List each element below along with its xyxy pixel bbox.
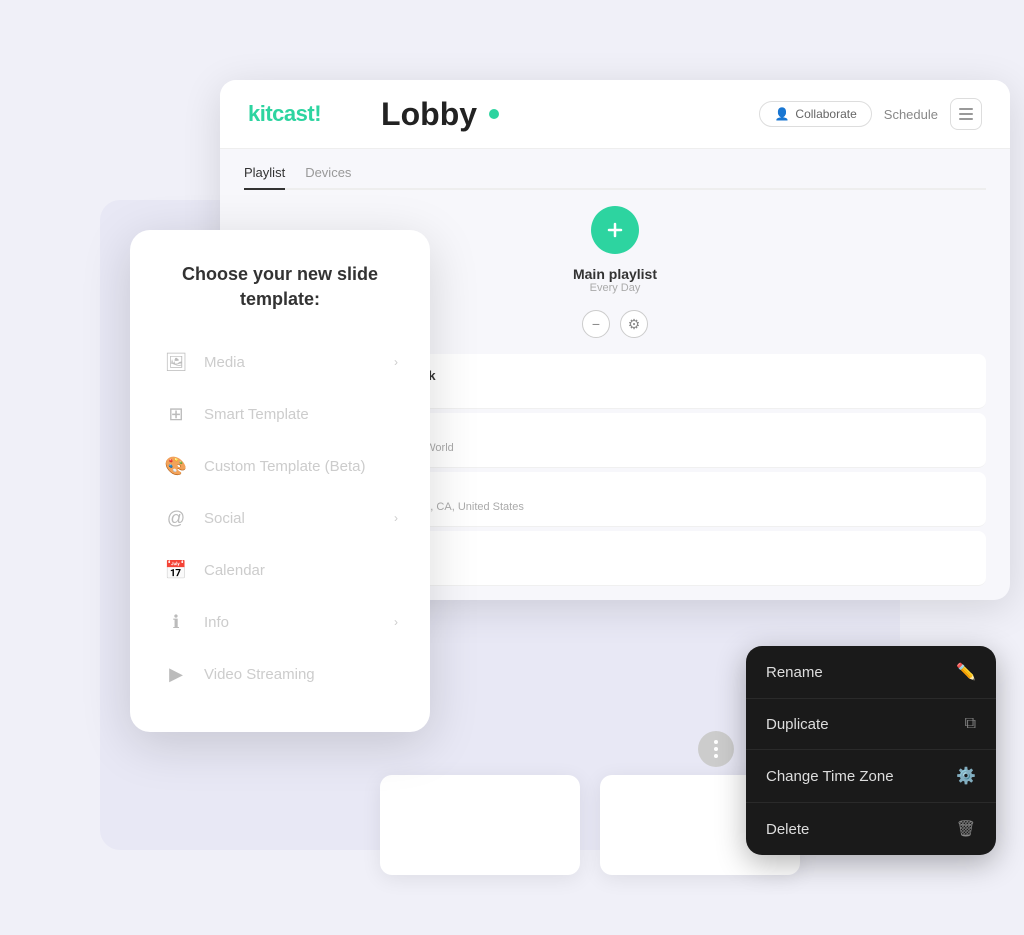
context-timezone-label: Change Time Zone <box>766 768 894 785</box>
slide-title: News Feed <box>360 427 974 442</box>
duplicate-icon: ⧉ <box>965 715 976 733</box>
context-delete-label: Delete <box>766 821 809 838</box>
schedule-button[interactable]: Schedule <box>884 107 938 122</box>
context-item-rename[interactable]: Rename ✏️ <box>746 646 996 699</box>
calendar-icon: 📅 <box>162 556 190 584</box>
modal-title: Choose your new slide template: <box>154 262 406 312</box>
collaborate-label: Collaborate <box>795 107 856 121</box>
menu-label-media: Media <box>204 354 380 371</box>
settings-button[interactable]: ⚙ <box>620 310 648 338</box>
add-playlist-button[interactable] <box>591 206 639 254</box>
context-duplicate-label: Duplicate <box>766 716 829 733</box>
menu-label-custom-template: Custom Template (Beta) <box>204 458 398 475</box>
bottom-card-1 <box>380 775 580 875</box>
collaborate-button[interactable]: 👤 Collaborate <box>759 101 871 127</box>
app-header: kitcast! Lobby 👤 Collaborate Schedule <box>220 80 1010 149</box>
video-icon: ▶ <box>162 660 190 688</box>
info-icon: ℹ <box>162 608 190 636</box>
slide-subtitle: San Francisco, CA, United States <box>360 501 974 513</box>
slide-title: Weather <box>360 486 974 501</box>
menu-label-info: Info <box>204 614 380 631</box>
user-icon: 👤 <box>774 107 789 121</box>
lobby-title-row: Lobby <box>381 98 499 130</box>
social-icon: @ <box>162 504 190 532</box>
menu-line-3 <box>959 118 973 120</box>
menu-item-custom-template[interactable]: 🎨 Custom Template (Beta) <box>154 440 406 492</box>
menu-label-smart-template: Smart Template <box>204 406 398 423</box>
tab-devices[interactable]: Devices <box>305 165 351 190</box>
remove-button[interactable]: − <box>582 310 610 338</box>
context-menu: Rename ✏️ Duplicate ⧉ Change Time Zone ⚙… <box>746 646 996 855</box>
pencil-icon: ✏️ <box>956 662 976 682</box>
menu-label-video-streaming: Video Streaming <box>204 666 398 683</box>
slide-title: Quote <box>360 545 974 560</box>
menu-item-calendar[interactable]: 📅 Calendar <box>154 544 406 596</box>
smart-template-icon: ⊞ <box>162 400 190 428</box>
dot-2 <box>714 747 718 751</box>
menu-item-info[interactable]: ℹ Info › <box>154 596 406 648</box>
menu-line-1 <box>959 108 973 110</box>
gear-icon: ⚙️ <box>956 766 976 786</box>
playlist-tabs: Playlist Devices <box>244 165 986 190</box>
palette-icon: 🎨 <box>162 452 190 480</box>
schedule-label: Schedule <box>884 107 938 122</box>
menu-item-social[interactable]: @ Social › <box>154 492 406 544</box>
kitcast-logo: kitcast! <box>248 101 321 127</box>
lobby-online-dot <box>489 109 499 119</box>
slide-info-quote: Quote Success <box>360 545 974 572</box>
header-actions: 👤 Collaborate Schedule <box>759 98 982 130</box>
logo-text: kitcast! <box>248 101 321 126</box>
context-rename-label: Rename <box>766 664 823 681</box>
dot-1 <box>714 740 718 744</box>
menu-item-video-streaming[interactable]: ▶ Video Streaming <box>154 648 406 700</box>
tab-playlist[interactable]: Playlist <box>244 165 285 190</box>
trash-icon: 🗑 <box>956 819 976 839</box>
bottom-cards <box>380 775 800 875</box>
arrow-icon-media: › <box>394 355 398 369</box>
slide-info-news: News Feed Latest, Tech, World <box>360 427 974 454</box>
tab-devices-label: Devices <box>305 165 351 180</box>
slide-subtitle: Success <box>360 560 974 572</box>
menu-item-media[interactable]: 🖼 Media › <box>154 336 406 388</box>
image-icon: 🖼 <box>162 348 190 376</box>
menu-label-social: Social <box>204 510 380 527</box>
hamburger-menu-button[interactable] <box>950 98 982 130</box>
lobby-title: Lobby <box>381 98 477 130</box>
plus-icon <box>605 220 625 240</box>
tab-playlist-label: Playlist <box>244 165 285 180</box>
dot-3 <box>714 754 718 758</box>
arrow-icon-social: › <box>394 511 398 525</box>
slide-subtitle: Boston <box>360 383 974 395</box>
template-modal: Choose your new slide template: 🖼 Media … <box>130 230 430 732</box>
lobby-section: Lobby <box>321 98 759 130</box>
slide-info-clock: World Clock Boston <box>360 368 974 395</box>
slide-info-weather: Weather San Francisco, CA, United States <box>360 486 974 513</box>
menu-line-2 <box>959 113 973 115</box>
slide-subtitle: Latest, Tech, World <box>360 442 974 454</box>
menu-item-smart-template[interactable]: ⊞ Smart Template <box>154 388 406 440</box>
context-item-duplicate[interactable]: Duplicate ⧉ <box>746 699 996 750</box>
context-item-change-timezone[interactable]: Change Time Zone ⚙️ <box>746 750 996 803</box>
arrow-icon-info: › <box>394 615 398 629</box>
slide-title: World Clock <box>360 368 974 383</box>
three-dots-button[interactable] <box>698 731 734 767</box>
menu-label-calendar: Calendar <box>204 562 398 579</box>
context-item-delete[interactable]: Delete 🗑 <box>746 803 996 855</box>
